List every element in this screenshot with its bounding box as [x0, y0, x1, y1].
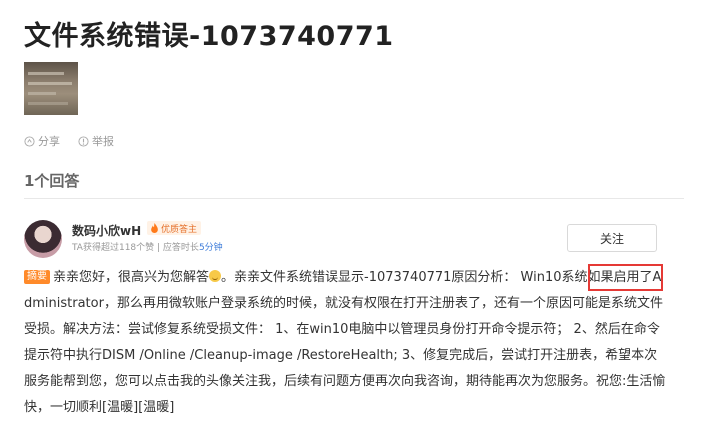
- question-title: 文件系统错误-1073740771: [24, 21, 394, 52]
- answer-text: 摘要 亲亲您好，很高兴为您解答 。亲亲文件系统错误显示-1073740771原因分析…: [24, 265, 666, 421]
- quality-answerer-badge: 优质答主: [147, 221, 202, 235]
- report-button[interactable]: 举报: [78, 133, 114, 149]
- flame-icon: [151, 223, 158, 233]
- meta-prefix: TA获得超过: [72, 243, 119, 253]
- warning-icon: [78, 135, 89, 147]
- follow-button[interactable]: 关注: [567, 224, 657, 252]
- share-label: 分享: [38, 135, 60, 148]
- smile-emoji-icon: [209, 270, 222, 282]
- meta-likes: 118个赞: [118, 243, 155, 253]
- divider: [24, 198, 684, 199]
- answerer-meta: TA获得超过118个赞 | 应答时长5分钟: [72, 240, 223, 253]
- answers-count: 1个回答: [24, 172, 80, 190]
- meta-response-prefix: 应答时长: [162, 243, 199, 253]
- meta-separator: |: [154, 243, 163, 253]
- report-label: 举报: [92, 135, 114, 148]
- meta-response-time: 5分钟: [198, 243, 223, 253]
- share-button[interactable]: 分享: [24, 133, 60, 149]
- share-icon: [24, 135, 35, 147]
- answer-text-part2: 。亲亲文件系统错误显示-1073740771原因分析： Win10系统如果启用了…: [24, 270, 666, 415]
- summary-tag: 摘要: [24, 270, 50, 284]
- answerer-name[interactable]: 数码小欣wH: [72, 222, 141, 239]
- badge-label: 优质答主: [161, 224, 198, 235]
- question-image-thumbnail[interactable]: [24, 62, 78, 115]
- question-actions: 分享 举报: [24, 133, 114, 149]
- avatar[interactable]: [24, 220, 62, 258]
- answer-text-part1: 亲亲您好，很高兴为您解答: [53, 270, 210, 285]
